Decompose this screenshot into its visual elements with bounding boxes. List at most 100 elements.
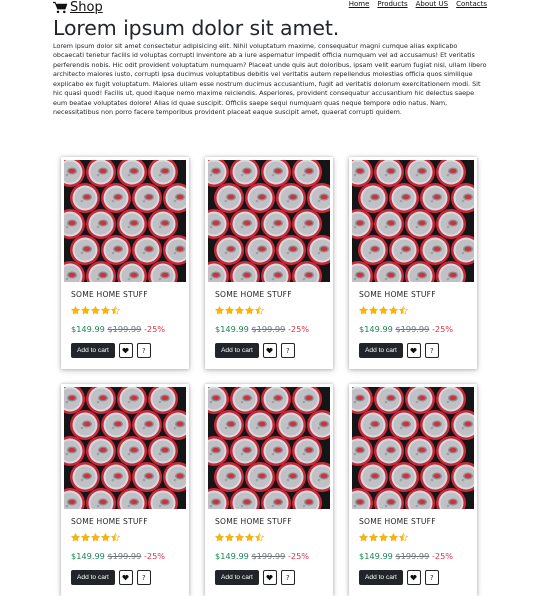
- star-icon: [215, 533, 224, 542]
- discount-badge: -25%: [431, 551, 454, 561]
- card-actions: Add to cart?: [71, 343, 151, 358]
- star-icon: [91, 533, 100, 542]
- price-line: $149.99 $199.99 -25%: [215, 324, 309, 334]
- cart-icon: [53, 1, 68, 14]
- product-image-frame[interactable]: [208, 387, 330, 509]
- old-price: $199.99: [395, 324, 430, 334]
- product-image-frame[interactable]: [352, 387, 474, 509]
- nav-products[interactable]: Products: [377, 0, 407, 8]
- add-to-cart-button[interactable]: Add to cart: [215, 343, 259, 358]
- discount-badge: -25%: [287, 551, 310, 561]
- product-image-frame[interactable]: [64, 387, 186, 509]
- help-button[interactable]: ?: [136, 570, 151, 585]
- nav-menu: Home Products About US Contacts: [349, 0, 487, 8]
- page: Shop Home Products About US Contacts Lor…: [53, 0, 487, 116]
- product-title: SOME HOME STUFF: [71, 517, 148, 526]
- nav-about[interactable]: About US: [416, 0, 449, 8]
- product-image: [64, 160, 186, 282]
- rating-stars: [359, 533, 408, 542]
- heart-icon: [122, 574, 129, 581]
- help-button[interactable]: ?: [280, 343, 295, 358]
- wishlist-button[interactable]: [262, 570, 277, 585]
- product-card: SOME HOME STUFF $149.99 $199.99 -25% Add t…: [349, 157, 477, 369]
- star-icon: [71, 533, 80, 542]
- old-price: $199.99: [395, 551, 430, 561]
- star-icon: [399, 306, 408, 315]
- nav-contacts[interactable]: Contacts: [456, 0, 487, 8]
- wishlist-button[interactable]: [406, 570, 421, 585]
- product-image: [64, 387, 186, 509]
- current-price: $149.99: [71, 324, 105, 334]
- current-price: $149.99: [215, 551, 249, 561]
- price-line: $149.99 $199.99 -25%: [215, 551, 309, 561]
- old-price: $199.99: [107, 551, 142, 561]
- old-price: $199.99: [107, 324, 142, 334]
- add-to-cart-button[interactable]: Add to cart: [71, 570, 115, 585]
- star-icon: [255, 306, 264, 315]
- star-icon: [379, 533, 388, 542]
- top-navbar: Shop Home Products About US Contacts: [53, 0, 487, 16]
- star-icon: [369, 306, 378, 315]
- wishlist-button[interactable]: [406, 343, 421, 358]
- product-image: [208, 160, 330, 282]
- card-actions: Add to cart?: [215, 570, 295, 585]
- nav-home[interactable]: Home: [349, 0, 370, 8]
- discount-badge: -25%: [143, 324, 166, 334]
- add-to-cart-button[interactable]: Add to cart: [215, 570, 259, 585]
- rating-stars: [71, 306, 120, 315]
- wishlist-button[interactable]: [262, 343, 277, 358]
- card-actions: Add to cart?: [71, 570, 151, 585]
- price-line: $149.99 $199.99 -25%: [359, 324, 453, 334]
- star-icon: [71, 306, 80, 315]
- star-icon: [255, 533, 264, 542]
- add-to-cart-button[interactable]: Add to cart: [359, 343, 403, 358]
- product-card: SOME HOME STUFF $149.99 $199.99 -25% Add t…: [61, 384, 189, 596]
- product-image: [352, 387, 474, 509]
- heart-icon: [266, 347, 273, 354]
- product-title: SOME HOME STUFF: [359, 290, 436, 299]
- price-line: $149.99 $199.99 -25%: [359, 551, 453, 561]
- rating-stars: [215, 306, 264, 315]
- help-button[interactable]: ?: [280, 570, 295, 585]
- star-icon: [359, 306, 368, 315]
- rating-stars: [359, 306, 408, 315]
- price-line: $149.99 $199.99 -25%: [71, 324, 165, 334]
- product-card: SOME HOME STUFF $149.99 $199.99 -25% Add t…: [205, 157, 333, 369]
- price-line: $149.99 $199.99 -25%: [71, 551, 165, 561]
- star-icon: [235, 533, 244, 542]
- product-title: SOME HOME STUFF: [359, 517, 436, 526]
- brand-label: Shop: [70, 0, 103, 15]
- product-image: [208, 387, 330, 509]
- help-button[interactable]: ?: [136, 343, 151, 358]
- card-actions: Add to cart?: [359, 343, 439, 358]
- product-image-frame[interactable]: [352, 160, 474, 282]
- intro-paragraph: Lorem ipsum dolor sit amet consectetur a…: [53, 42, 487, 117]
- discount-badge: -25%: [431, 324, 454, 334]
- product-title: SOME HOME STUFF: [215, 290, 292, 299]
- add-to-cart-button[interactable]: Add to cart: [359, 570, 403, 585]
- help-button[interactable]: ?: [424, 570, 439, 585]
- product-image-frame[interactable]: [64, 160, 186, 282]
- heart-icon: [266, 574, 273, 581]
- star-icon: [245, 306, 254, 315]
- wishlist-button[interactable]: [118, 343, 133, 358]
- wishlist-button[interactable]: [118, 570, 133, 585]
- heart-icon: [410, 574, 417, 581]
- rating-stars: [71, 533, 120, 542]
- card-actions: Add to cart?: [359, 570, 439, 585]
- current-price: $149.99: [359, 324, 393, 334]
- add-to-cart-button[interactable]: Add to cart: [71, 343, 115, 358]
- star-icon: [81, 306, 90, 315]
- star-icon: [101, 533, 110, 542]
- product-title: SOME HOME STUFF: [71, 290, 148, 299]
- rating-stars: [215, 533, 264, 542]
- shop-logo-link[interactable]: Shop: [53, 0, 103, 15]
- product-title: SOME HOME STUFF: [215, 517, 292, 526]
- star-icon: [245, 533, 254, 542]
- product-card: SOME HOME STUFF $149.99 $199.99 -25% Add t…: [349, 384, 477, 596]
- help-button[interactable]: ?: [424, 343, 439, 358]
- star-icon: [359, 533, 368, 542]
- product-image: [352, 160, 474, 282]
- star-icon: [399, 533, 408, 542]
- product-image-frame[interactable]: [208, 160, 330, 282]
